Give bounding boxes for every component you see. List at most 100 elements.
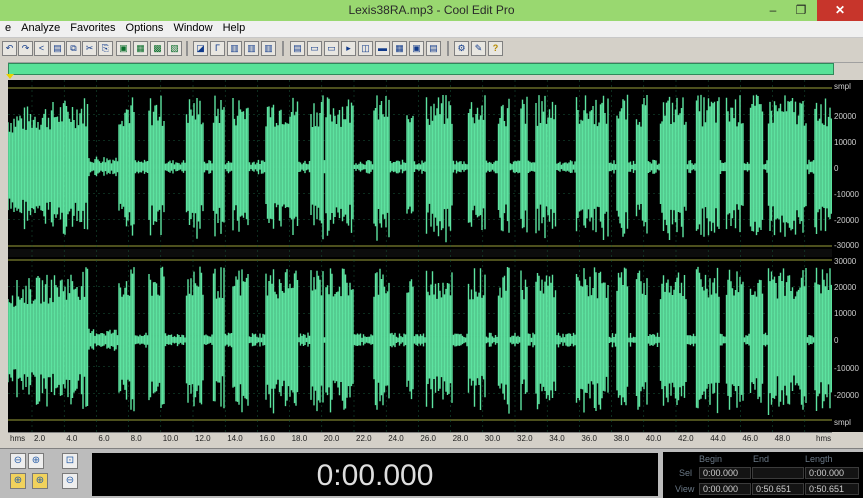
sel-begin-field[interactable]: 0:00.000 bbox=[699, 467, 751, 479]
multitrack-icon[interactable]: ▧ bbox=[167, 41, 182, 56]
zoom-in-vertical-icon[interactable]: ⊕ bbox=[32, 473, 48, 489]
scale-label: -20000 bbox=[834, 391, 859, 400]
zoom-selection-icon[interactable]: ⊡ bbox=[62, 453, 78, 469]
zoom-out-vertical-icon[interactable]: ⊖ bbox=[62, 473, 78, 489]
timeline-tick: 46.0 bbox=[742, 434, 758, 443]
toolbar: ↶ ↷ < ▤ ⧉ ✂ ⎘ ▣ ▦ ▩ ▧ ◪ Γ ▥ ▥ ▥ ▤ ▭ ▭ ▸ … bbox=[0, 38, 863, 63]
scale-label: 10000 bbox=[834, 138, 857, 147]
timeline-tick: 10.0 bbox=[162, 434, 179, 443]
close-button[interactable]: ✕ bbox=[817, 0, 863, 21]
timeline-tick: 28.0 bbox=[452, 434, 469, 443]
scale-label: -30000 bbox=[834, 241, 859, 250]
scale-label: -10000 bbox=[834, 190, 859, 199]
scale-unit-bottom: smpl bbox=[834, 418, 851, 427]
title-bar: Lexis38RA.mp3 - Cool Edit Pro – ❐ ✕ bbox=[0, 0, 863, 21]
menu-edit[interactable]: e bbox=[0, 21, 16, 34]
window-title: Lexis38RA.mp3 - Cool Edit Pro bbox=[348, 3, 515, 17]
length-header: Length bbox=[805, 454, 833, 464]
left-strip bbox=[0, 62, 8, 450]
timeline-tick: 34.0 bbox=[549, 434, 565, 443]
envelope-icon[interactable]: ◪ bbox=[193, 41, 208, 56]
scale-label: 0 bbox=[834, 164, 839, 173]
region-icon[interactable]: ▤ bbox=[290, 41, 305, 56]
paste-icon[interactable]: ⎘ bbox=[98, 41, 113, 56]
timeline-ruler[interactable]: hms hms 2.0 4.0 6.0 8.0 10.0 12.0 14.0 16.0 18.0… bbox=[8, 432, 832, 444]
timeline-tick: 38.0 bbox=[613, 434, 630, 443]
fit-icon[interactable]: ▬ bbox=[375, 41, 390, 56]
status-area: ⊖ ⊕ ⊡ ⊕ ⊕ ⊖ 0:00.000 Begin End Length Se… bbox=[0, 448, 863, 498]
view-length-field[interactable]: 0:50.651 bbox=[805, 483, 859, 495]
record-icon[interactable]: ▣ bbox=[116, 41, 131, 56]
view-end-field[interactable]: 0:50.651 bbox=[752, 483, 804, 495]
spectral-icon[interactable]: ▥ bbox=[227, 41, 242, 56]
sel-end-field[interactable] bbox=[752, 467, 804, 479]
loop2-icon[interactable]: ▦ bbox=[392, 41, 407, 56]
timeline-tick: 26.0 bbox=[420, 434, 436, 443]
toolbar-separator bbox=[186, 41, 188, 56]
menu-bar: e Analyze Favorites Options Window Help bbox=[0, 21, 863, 38]
start-marker-icon[interactable] bbox=[6, 74, 14, 79]
cue-icon[interactable]: ▥ bbox=[244, 41, 259, 56]
scale-label: 30000 bbox=[834, 257, 857, 266]
menu-window[interactable]: Window bbox=[168, 21, 217, 34]
split-icon[interactable]: ▤ bbox=[426, 41, 441, 56]
minimize-button[interactable]: – bbox=[759, 0, 787, 21]
menu-help[interactable]: Help bbox=[218, 21, 251, 34]
timeline-tick: 42.0 bbox=[678, 434, 694, 443]
marker-icon[interactable]: Γ bbox=[210, 41, 225, 56]
view-icon[interactable]: ▥ bbox=[261, 41, 276, 56]
timeline-tick: 14.0 bbox=[227, 434, 243, 443]
waveform-icon[interactable]: ▤ bbox=[50, 41, 65, 56]
settings-icon[interactable]: ⚙ bbox=[454, 41, 469, 56]
timeline-unit-right: hms bbox=[816, 434, 832, 443]
edit-icon[interactable]: ▩ bbox=[150, 41, 165, 56]
loop-icon[interactable]: < bbox=[34, 41, 49, 56]
help-icon[interactable]: ? bbox=[488, 41, 503, 56]
time-display-text: 0:00.000 bbox=[316, 459, 434, 492]
timeline-tick: 30.0 bbox=[484, 434, 501, 443]
menu-favorites[interactable]: Favorites bbox=[65, 21, 120, 34]
zoom-full-icon[interactable]: ⊕ bbox=[28, 453, 44, 469]
zoom-in-icon[interactable]: ⊕ bbox=[10, 473, 26, 489]
scale-label: 0 bbox=[834, 336, 839, 345]
scale-label: 20000 bbox=[834, 112, 857, 121]
sel-row-label: Sel bbox=[679, 468, 693, 478]
end-header: End bbox=[753, 454, 770, 464]
toolbar-separator bbox=[447, 41, 449, 56]
timeline-tick: 36.0 bbox=[581, 434, 597, 443]
timeline-tick: 20.0 bbox=[323, 434, 340, 443]
undo-icon[interactable]: ↶ bbox=[2, 41, 17, 56]
properties-icon[interactable]: ✎ bbox=[471, 41, 486, 56]
waveform-trace bbox=[7, 266, 833, 415]
begin-header: Begin bbox=[699, 454, 723, 464]
amplitude-scale: smpl 20000 10000 0 -10000 -20000 -30000 … bbox=[832, 80, 863, 432]
timeline-tick: 2.0 bbox=[34, 434, 46, 443]
scale-label: 10000 bbox=[834, 309, 857, 318]
zoom-icon[interactable]: ▭ bbox=[324, 41, 339, 56]
copy-icon[interactable]: ⧉ bbox=[66, 41, 81, 56]
redo-icon[interactable]: ↷ bbox=[18, 41, 33, 56]
scale-label: -20000 bbox=[834, 216, 859, 225]
cut-icon[interactable]: ✂ bbox=[82, 41, 97, 56]
mark-icon[interactable]: ▣ bbox=[409, 41, 424, 56]
timeline-tick: 6.0 bbox=[98, 434, 110, 443]
mix-icon[interactable]: ▦ bbox=[133, 41, 148, 56]
timeline-tick: 18.0 bbox=[291, 434, 308, 443]
overview-bar[interactable] bbox=[8, 63, 834, 75]
view-begin-field[interactable]: 0:00.000 bbox=[699, 483, 751, 495]
menu-analyze[interactable]: Analyze bbox=[16, 21, 65, 34]
timeline-tick: 48.0 bbox=[774, 434, 791, 443]
region2-icon[interactable]: ◫ bbox=[358, 41, 373, 56]
timeline-tick: 24.0 bbox=[388, 434, 404, 443]
zoom-out-icon[interactable]: ⊖ bbox=[10, 453, 26, 469]
play-icon[interactable]: ▭ bbox=[307, 41, 322, 56]
waveform-canvas[interactable] bbox=[7, 80, 838, 432]
waveform-view[interactable] bbox=[7, 80, 838, 432]
restore-button[interactable]: ❐ bbox=[787, 0, 815, 21]
scroll-icon[interactable]: ▸ bbox=[341, 41, 356, 56]
timeline-tick: 32.0 bbox=[517, 434, 533, 443]
timeline-tick: 16.0 bbox=[259, 434, 275, 443]
sel-length-field[interactable]: 0:00.000 bbox=[805, 467, 859, 479]
time-display: 0:00.000 bbox=[92, 453, 658, 496]
menu-options[interactable]: Options bbox=[121, 21, 169, 34]
